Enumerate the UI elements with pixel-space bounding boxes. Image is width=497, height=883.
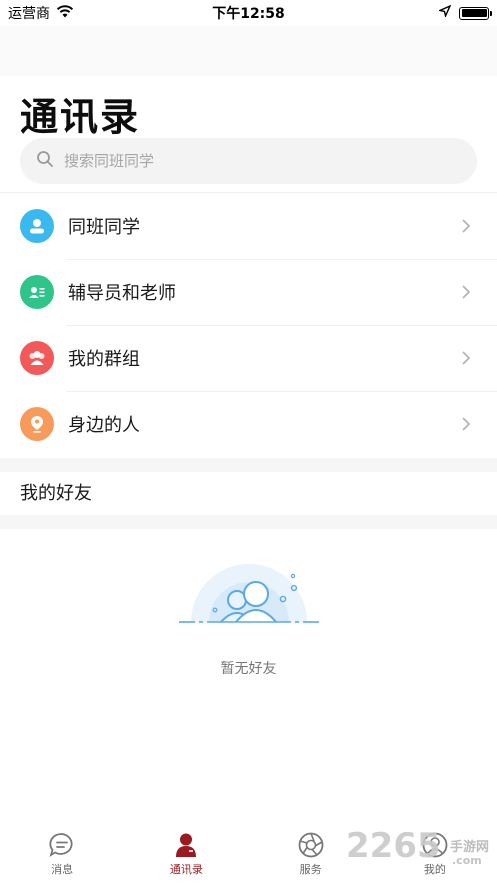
- menu-item-label: 我的群组: [68, 349, 140, 370]
- section-separator: [0, 458, 497, 472]
- menu-item-label: 身边的人: [68, 415, 140, 436]
- group-icon: [20, 341, 54, 375]
- status-time: 下午12:58: [212, 6, 285, 22]
- teacher-card-icon: [20, 275, 54, 309]
- wifi-icon: [56, 4, 74, 22]
- watermark-url: .com: [452, 854, 482, 867]
- menu-item-label: 同班同学: [68, 217, 140, 238]
- chevron-right-icon: [462, 417, 471, 431]
- service-aperture-icon: [298, 832, 324, 858]
- status-left: 运营商: [8, 3, 74, 23]
- empty-people-icon: [178, 564, 319, 623]
- tab-label: 通讯录: [169, 863, 203, 876]
- location-arrow-icon: [437, 4, 452, 21]
- nearby-pin-icon: [20, 407, 54, 441]
- friends-section-title: 我的好友: [20, 483, 92, 504]
- battery-fill: [461, 9, 487, 17]
- chevron-right-icon: [462, 351, 471, 365]
- tab-label: 消息: [51, 863, 74, 876]
- status-right: [437, 4, 492, 21]
- empty-friends-text: 暂无好友: [220, 661, 277, 677]
- carrier-name: 运营商: [8, 6, 50, 22]
- search-bar[interactable]: [20, 138, 477, 184]
- watermark-site: 手游网: [450, 840, 490, 855]
- empty-friends-illustration: [0, 556, 497, 636]
- chevron-right-icon: [462, 219, 471, 233]
- page-title: 通讯录: [20, 95, 141, 139]
- tab-label: 服务: [299, 863, 322, 876]
- menu-item-teachers[interactable]: 辅导员和老师: [0, 259, 497, 325]
- menu-item-label: 辅导员和老师: [68, 283, 176, 304]
- battery-icon: [459, 6, 492, 20]
- search-input[interactable]: [64, 152, 444, 170]
- chevron-right-icon: [462, 285, 471, 299]
- section-separator: [0, 515, 497, 529]
- status-bar: 运营商 下午12:58: [0, 0, 497, 26]
- classmates-icon: [20, 209, 54, 243]
- contacts-menu: 同班同学 辅导员和老师 我的群组 身边的人: [0, 193, 497, 457]
- watermark-number: 2265: [346, 826, 441, 866]
- message-icon: [49, 833, 73, 858]
- menu-item-classmates[interactable]: 同班同学: [0, 193, 497, 259]
- tab-contacts[interactable]: 通讯录: [124, 823, 248, 883]
- menu-item-nearby[interactable]: 身边的人: [0, 391, 497, 457]
- contacts-icon: [176, 833, 197, 857]
- header-background: [0, 26, 497, 76]
- tab-messages[interactable]: 消息: [0, 823, 124, 883]
- menu-item-groups[interactable]: 我的群组: [0, 325, 497, 391]
- search-icon: [36, 150, 54, 172]
